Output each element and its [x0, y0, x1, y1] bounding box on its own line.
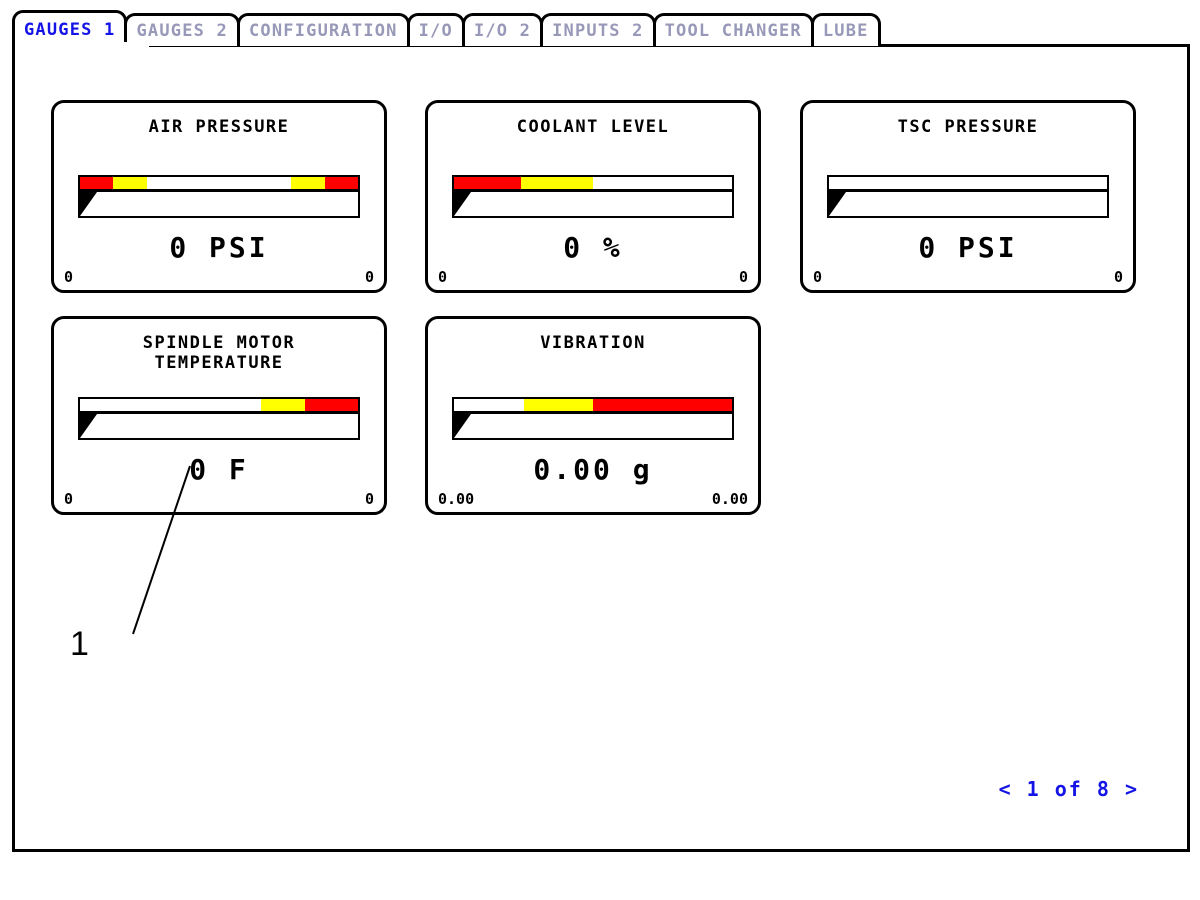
gauge-band-segment — [291, 177, 325, 189]
pagination-prev-button[interactable]: < — [999, 777, 1013, 801]
tab-inputs-2[interactable]: INPUTS 2 — [540, 13, 656, 46]
gauge-needle — [80, 192, 97, 216]
pagination-next-button[interactable]: > — [1125, 777, 1139, 801]
gauge-color-band — [452, 397, 734, 413]
gauge-max-label: 0 — [364, 490, 374, 508]
gauge-band-segment — [454, 399, 524, 411]
gauge-band-segment — [520, 177, 593, 189]
tab-label: GAUGES 1 — [24, 19, 116, 40]
gauge-band-segment — [80, 399, 261, 411]
gauge-max-label: 0.00 — [711, 490, 748, 508]
gauge-color-band — [452, 175, 734, 191]
gauge-title: TSC PRESSURE — [897, 117, 1039, 137]
gauge-title: AIR PRESSURE — [148, 117, 290, 137]
gauge-title: VIBRATION — [540, 333, 646, 353]
gauge-card-tsc-pressure[interactable]: TSC PRESSURE 0 PSI 0 0 — [800, 100, 1136, 293]
tab-lube[interactable]: LUBE — [810, 13, 881, 46]
gauge-band-segment — [260, 399, 306, 411]
gauge-card-coolant-level[interactable]: COOLANT LEVEL 0 % 0 0 — [425, 100, 761, 293]
gauge-max-label: 0 — [364, 268, 374, 286]
gauge-needle — [829, 192, 846, 216]
tab-io-2[interactable]: I/O 2 — [461, 13, 544, 46]
tab-tool-changer[interactable]: TOOL CHANGER — [652, 13, 814, 46]
tab-label: LUBE — [822, 21, 869, 41]
gauge-max-label: 0 — [738, 268, 748, 286]
gauge-title: COOLANT LEVEL — [516, 117, 670, 137]
tab-label: CONFIGURATION — [248, 21, 398, 41]
gauge-color-band — [78, 397, 360, 413]
gauge-track — [452, 412, 734, 440]
gauges-panel: AIR PRESSURE 0 PSI 0 0 COOLANT LEVEL 0 %… — [12, 44, 1190, 852]
gauge-value: 0 F — [189, 453, 249, 486]
tab-gauges-1[interactable]: GAUGES 1 — [12, 10, 128, 46]
gauge-band-segment — [146, 177, 292, 189]
tab-label: TOOL CHANGER — [664, 21, 802, 41]
gauge-color-band — [78, 175, 360, 191]
gauge-band-segment — [829, 177, 1107, 189]
active-tab-merge-strip — [15, 42, 149, 47]
tab-io[interactable]: I/O — [406, 13, 465, 46]
gauge-band-segment — [523, 399, 593, 411]
callout-number-1: 1 — [70, 625, 89, 663]
gauge-band-segment — [80, 177, 114, 189]
gauge-band-segment — [592, 177, 732, 189]
pagination-status: 1 of 8 — [1026, 777, 1111, 801]
gauge-band-segment — [324, 177, 358, 189]
gauge-bar — [827, 175, 1109, 231]
gauge-min-label: 0 — [813, 268, 823, 286]
gauge-band-segment — [593, 399, 732, 411]
gauge-band-segment — [113, 177, 147, 189]
gauge-card-vibration[interactable]: VIBRATION 0.00 g 0.00 0.00 — [425, 316, 761, 515]
pagination: < 1 of 8 > — [999, 777, 1139, 801]
tab-label: INPUTS 2 — [552, 21, 644, 41]
gauge-needle — [80, 414, 97, 438]
gauge-needle — [454, 192, 471, 216]
tab-bar: GAUGES 1 GAUGES 2 CONFIGURATION I/O I/O … — [12, 10, 881, 46]
gauge-band-segment — [305, 399, 358, 411]
gauge-bar — [452, 397, 734, 453]
gauge-value: 0 % — [563, 231, 623, 264]
gauge-max-label: 0 — [1113, 268, 1123, 286]
tab-label: I/O — [418, 21, 453, 41]
gauge-needle — [454, 414, 471, 438]
gauge-bar — [78, 175, 360, 231]
gauge-min-label: 0 — [64, 490, 74, 508]
gauge-track — [78, 412, 360, 440]
tab-label: GAUGES 2 — [136, 21, 228, 41]
tab-label: I/O 2 — [473, 21, 532, 41]
gauge-card-spindle-motor-temperature[interactable]: SPINDLE MOTOR TEMPERATURE 0 F 0 0 — [51, 316, 387, 515]
gauge-track — [78, 190, 360, 218]
gauge-value: 0 PSI — [169, 231, 269, 264]
gauge-title: SPINDLE MOTOR TEMPERATURE — [142, 333, 296, 373]
gauge-value: 0 PSI — [918, 231, 1018, 264]
gauge-card-air-pressure[interactable]: AIR PRESSURE 0 PSI 0 0 — [51, 100, 387, 293]
gauge-track — [827, 190, 1109, 218]
gauge-min-label: 0.00 — [438, 490, 475, 508]
gauge-band-segment — [454, 177, 521, 189]
gauge-min-label: 0 — [64, 268, 74, 286]
gauge-bar — [78, 397, 360, 453]
gauge-track — [452, 190, 734, 218]
gauge-value: 0.00 g — [533, 453, 653, 486]
gauge-bar — [452, 175, 734, 231]
gauge-color-band — [827, 175, 1109, 191]
gauge-min-label: 0 — [438, 268, 448, 286]
tab-configuration[interactable]: CONFIGURATION — [236, 13, 410, 46]
